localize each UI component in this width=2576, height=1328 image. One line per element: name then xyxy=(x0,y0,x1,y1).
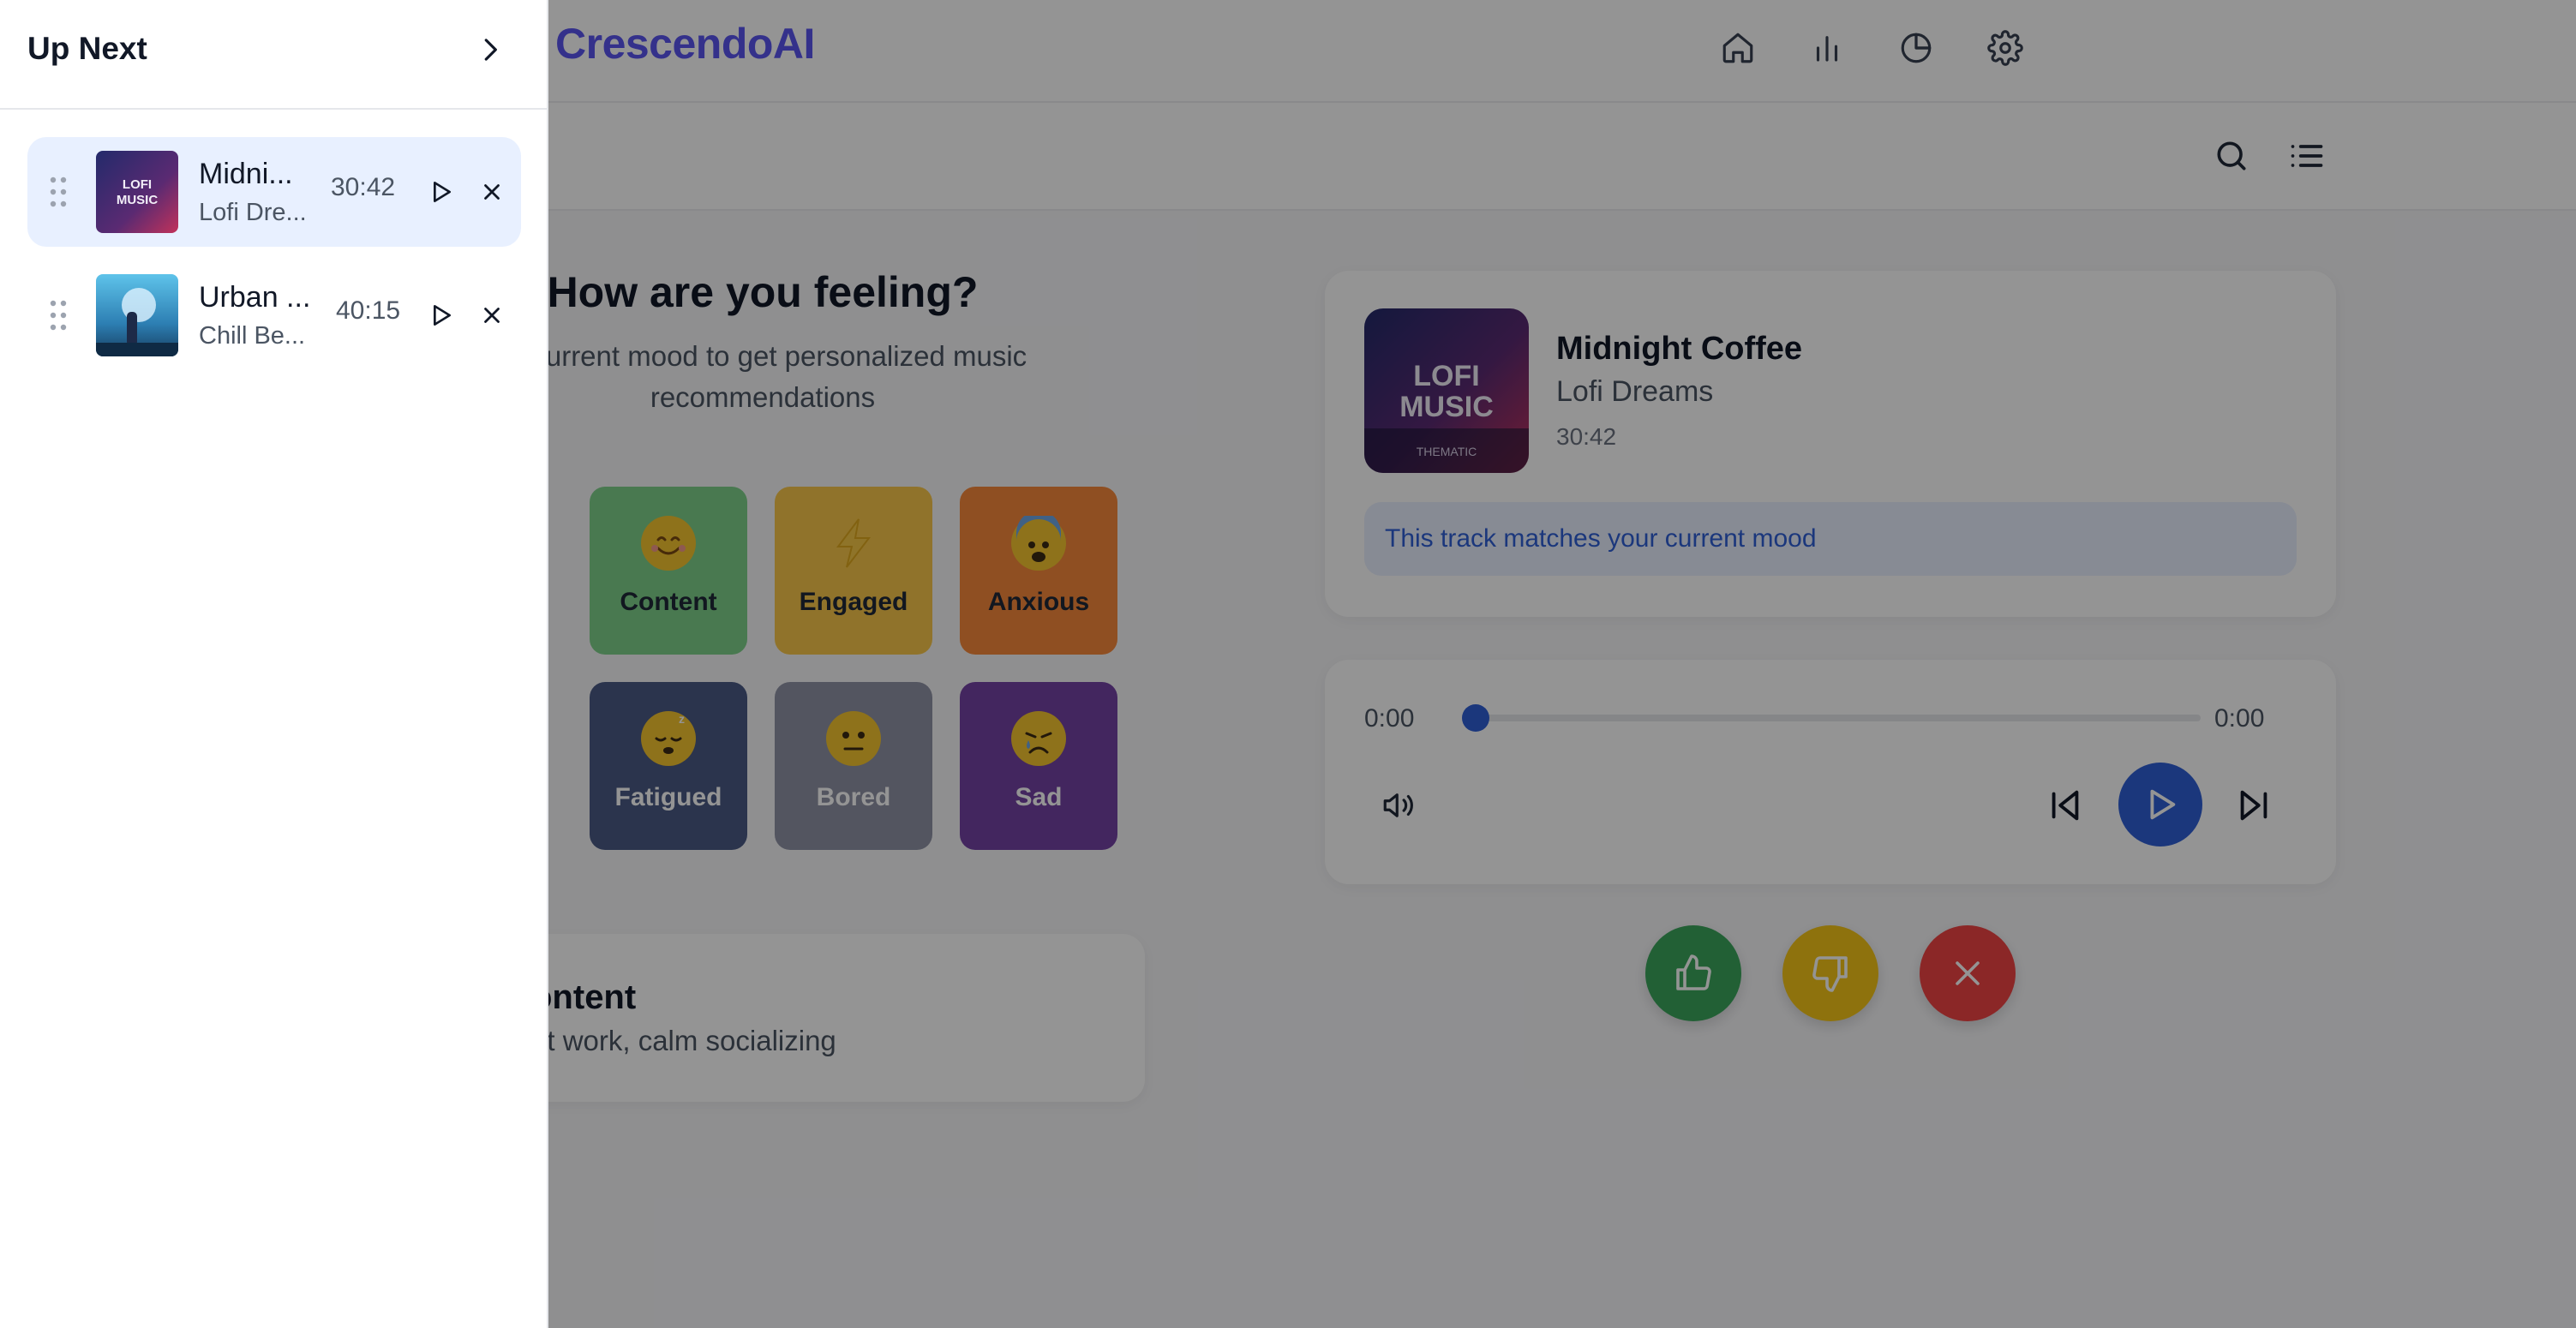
chevron-right-icon xyxy=(484,39,497,61)
close-queue-button[interactable] xyxy=(463,22,518,77)
queue-art-text-2: MUSIC xyxy=(117,193,159,207)
queue-item-artist: Lofi Dre... xyxy=(199,199,307,226)
queue-item-title: Urban ... xyxy=(199,281,310,314)
queue-art-text-1: LOFI xyxy=(123,177,152,192)
queue-item-duration: 40:15 xyxy=(336,296,401,325)
queue-item-duration: 30:42 xyxy=(331,173,396,201)
queue-panel-header: Up Next xyxy=(0,0,548,110)
close-icon xyxy=(484,308,500,323)
queue-item-art: LOFI MUSIC xyxy=(96,151,178,233)
queue-item-remove-button[interactable] xyxy=(471,171,512,212)
queue-item-play-button[interactable] xyxy=(420,171,461,212)
queue-item-play-button[interactable] xyxy=(420,295,461,336)
play-icon xyxy=(434,182,451,202)
close-icon xyxy=(484,184,500,200)
drag-handle-icon[interactable] xyxy=(50,298,67,332)
queue-item-artist: Chill Be... xyxy=(199,322,306,350)
queue-panel: Up Next LOFI MUSIC Midni... Lofi Dre... … xyxy=(0,0,548,1328)
queue-title: Up Next xyxy=(27,31,147,66)
queue-item-title: Midni... xyxy=(199,158,293,190)
queue-item[interactable]: Urban ... Chill Be... 40:15 xyxy=(27,260,521,370)
queue-item[interactable]: LOFI MUSIC Midni... Lofi Dre... 30:42 xyxy=(27,137,521,247)
queue-item-remove-button[interactable] xyxy=(471,295,512,336)
drag-handle-icon[interactable] xyxy=(50,175,67,209)
queue-item-art xyxy=(96,274,178,356)
play-icon xyxy=(434,305,451,326)
